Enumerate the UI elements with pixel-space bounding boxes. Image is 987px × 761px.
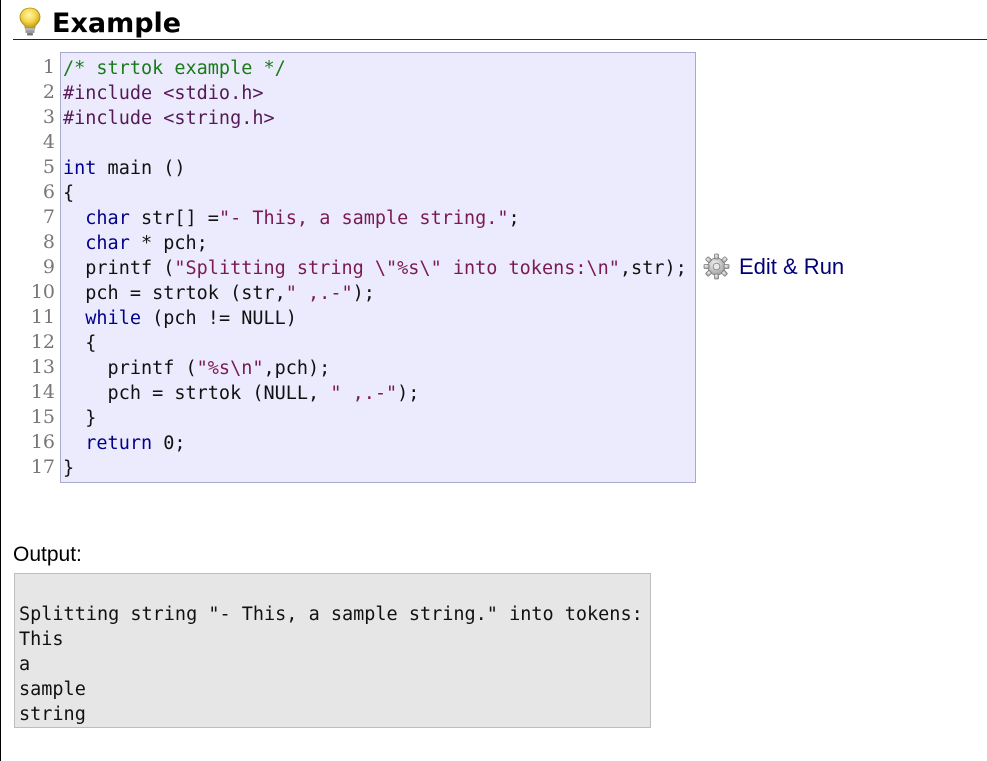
code-token: * pch; [129, 233, 208, 254]
output-label: Output: [13, 543, 82, 566]
code-line: /* strtok example */ [63, 56, 687, 81]
code-line: return 0; [63, 431, 687, 456]
code-line: printf ("%s\n",pch); [63, 356, 687, 381]
code-token: /* strtok example */ [63, 58, 286, 79]
line-number: 11 [30, 306, 55, 328]
line-number: 2 [42, 81, 55, 103]
line-number: 3 [42, 106, 55, 128]
gear-icon [703, 253, 730, 280]
code-line: { [63, 181, 687, 206]
line-number: 8 [42, 231, 55, 253]
section-title: Example [52, 8, 182, 39]
output-line: string [19, 704, 86, 725]
code-token: } [63, 458, 75, 479]
code-token: ); [352, 283, 375, 304]
code-token: pch = strtok (NULL, [63, 383, 331, 404]
code-lines: /* strtok example */ #include <stdio.h> #i… [63, 56, 687, 481]
code-token: " ,.-" [285, 283, 353, 304]
code-line: char str[] ="- This, a sample string."; [63, 206, 687, 231]
code-token: pch = strtok (str, [63, 283, 286, 304]
code-line: printf ("Splitting string \"%s\" into to… [63, 256, 687, 281]
code-line: { [63, 331, 687, 356]
code-token: printf ( [63, 358, 197, 379]
line-number: 10 [30, 281, 55, 303]
code-line: #include <stdio.h> [63, 81, 687, 106]
section-header: Example [13, 4, 987, 40]
line-number: 1 [42, 56, 55, 78]
code-line: } [63, 456, 687, 481]
code-token: return [85, 433, 153, 454]
output-block: Splitting string "- This, a sample strin… [14, 573, 651, 728]
line-number: 13 [30, 356, 55, 378]
code-token: #include <stdio.h> [63, 83, 264, 104]
line-number: 6 [42, 181, 55, 203]
code-token: char [85, 208, 130, 229]
code-token: "Splitting string \"%s\" into tokens:\n" [174, 258, 620, 279]
line-number: 15 [30, 406, 55, 428]
output-line: Splitting string "- This, a sample strin… [19, 604, 643, 625]
code-line: int main () [63, 156, 687, 181]
code-token: main () [96, 158, 186, 179]
code-token: ; [508, 208, 520, 229]
code-line: while (pch != NULL) [63, 306, 687, 331]
line-number: 9 [42, 256, 55, 278]
line-number: 14 [30, 381, 55, 403]
code-token: ,pch); [263, 358, 331, 379]
code-line: pch = strtok (NULL, " ,.-"); [63, 381, 687, 406]
lightbulb-icon [17, 7, 43, 37]
code-line: char * pch; [63, 231, 687, 256]
code-block: /* strtok example */ #include <stdio.h> #i… [60, 52, 696, 483]
line-number: 4 [42, 131, 55, 153]
line-number: 12 [30, 331, 55, 353]
output-line: sample [19, 679, 86, 700]
line-number-gutter: 1 2 3 4 5 6 7 8 9 10 11 12 13 14 15 16 17 [28, 55, 55, 480]
edit-and-run-button[interactable]: Edit & Run [703, 253, 844, 280]
code-token: ); [397, 383, 420, 404]
code-line: } [63, 406, 687, 431]
line-number: 7 [42, 206, 55, 228]
output-line: This [19, 629, 64, 650]
code-token: { [63, 183, 75, 204]
code-token: #include <string.h> [63, 108, 275, 129]
code-token: 0; [152, 433, 186, 454]
output-line: a [19, 654, 31, 675]
code-token: int [63, 158, 97, 179]
line-number: 16 [30, 431, 55, 453]
code-token: "- This, a sample string." [218, 208, 509, 229]
code-token: str[] = [129, 208, 219, 229]
code-token: " ,.-" [330, 383, 398, 404]
code-line: pch = strtok (str," ,.-"); [63, 281, 687, 306]
code-token: ,str); [619, 258, 687, 279]
code-token: } [63, 408, 97, 429]
edit-and-run-label: Edit & Run [739, 253, 845, 279]
code-token: char [85, 233, 130, 254]
code-token: while [85, 308, 141, 329]
page-left-border [0, 0, 1, 761]
line-number: 17 [30, 456, 55, 478]
code-line: #include <string.h> [63, 106, 687, 131]
code-token: printf ( [63, 258, 175, 279]
code-token: "%s\n" [196, 358, 264, 379]
output-lines: Splitting string "- This, a sample strin… [19, 602, 643, 727]
code-token: { [63, 333, 97, 354]
code-token: (pch != NULL) [140, 308, 297, 329]
line-number: 5 [42, 156, 55, 178]
